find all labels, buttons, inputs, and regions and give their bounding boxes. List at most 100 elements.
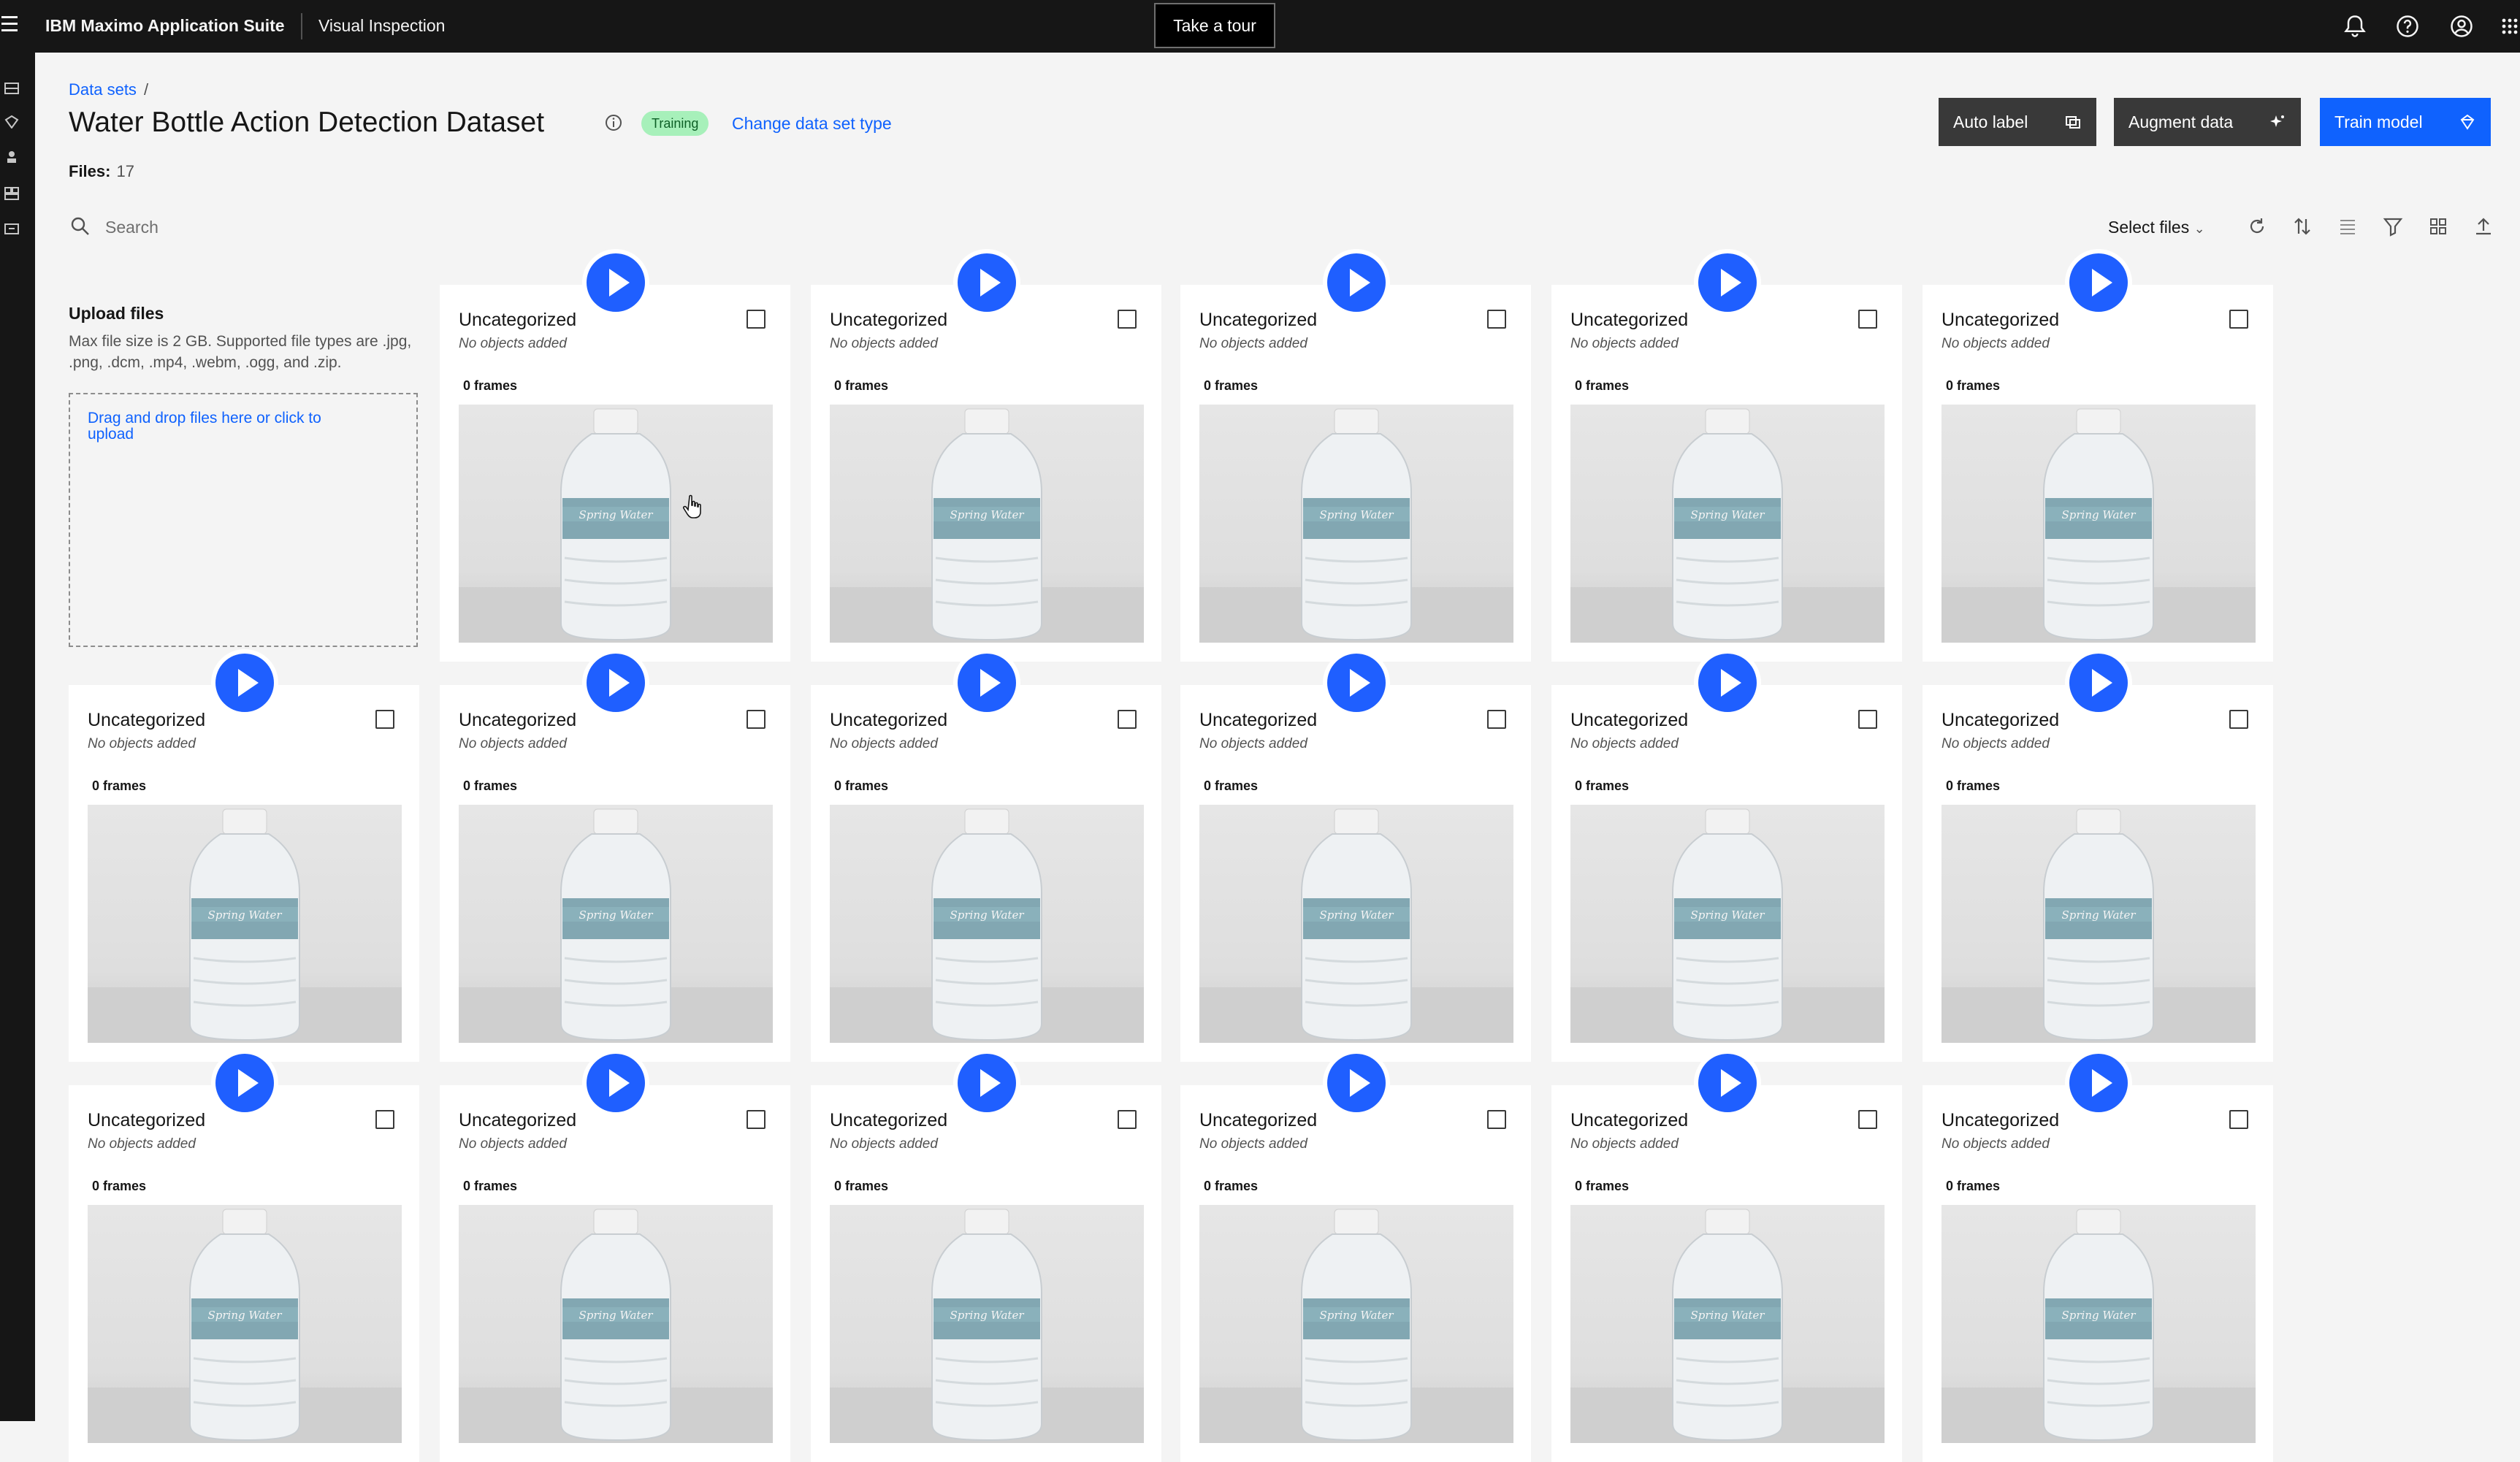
play-video-icon[interactable] xyxy=(951,647,1023,719)
train-model-button[interactable]: Train model xyxy=(2320,98,2491,146)
play-video-icon[interactable] xyxy=(1692,1047,1763,1119)
notification-icon[interactable] xyxy=(2342,13,2368,39)
play-video-icon[interactable] xyxy=(951,247,1023,318)
file-card[interactable]: Uncategorized No objects added 0 frames Spr… xyxy=(1551,685,1902,1062)
file-card[interactable]: Uncategorized No objects added 0 frames Spr… xyxy=(69,685,419,1062)
video-thumbnail[interactable]: Spring Water xyxy=(88,805,402,1043)
play-video-icon[interactable] xyxy=(580,247,652,318)
grid-view-icon[interactable] xyxy=(2428,216,2448,237)
auto-label-button[interactable]: Auto label xyxy=(1939,98,2096,146)
file-card[interactable]: Uncategorized No objects added 0 frames Spr… xyxy=(811,685,1161,1062)
filter-icon[interactable] xyxy=(2383,216,2403,237)
card-category: Uncategorized xyxy=(1199,310,1318,330)
list-view-icon[interactable] xyxy=(2337,216,2358,237)
play-video-icon[interactable] xyxy=(1692,647,1763,719)
video-thumbnail[interactable]: Spring Water xyxy=(459,805,773,1043)
video-thumbnail[interactable]: Spring Water xyxy=(1941,805,2256,1043)
play-video-icon[interactable] xyxy=(1321,647,1392,719)
product-brand[interactable]: IBM Maximo Application Suite xyxy=(45,16,285,36)
video-thumbnail[interactable]: Spring Water xyxy=(1941,1205,2256,1443)
video-thumbnail[interactable]: Spring Water xyxy=(459,405,773,643)
refresh-icon[interactable] xyxy=(2247,216,2267,237)
video-thumbnail[interactable]: Spring Water xyxy=(830,805,1144,1043)
card-select-checkbox[interactable] xyxy=(2229,710,2248,729)
play-video-icon[interactable] xyxy=(1692,247,1763,318)
card-select-checkbox[interactable] xyxy=(747,310,765,329)
sort-icon[interactable] xyxy=(2292,216,2313,237)
dropzone-text[interactable]: Drag and drop files here or click to upl… xyxy=(88,410,365,443)
models-icon[interactable] xyxy=(4,115,19,129)
edge-icon[interactable] xyxy=(4,222,19,235)
left-nav-rail xyxy=(0,53,35,1421)
file-card[interactable]: Uncategorized No objects added 0 frames Spr… xyxy=(69,1085,419,1462)
card-select-checkbox[interactable] xyxy=(1487,310,1506,329)
video-thumbnail[interactable]: Spring Water xyxy=(1570,1205,1885,1443)
play-video-icon[interactable] xyxy=(580,647,652,719)
card-select-checkbox[interactable] xyxy=(1858,710,1877,729)
card-select-checkbox[interactable] xyxy=(375,710,394,729)
card-select-checkbox[interactable] xyxy=(1118,1110,1137,1129)
video-thumbnail[interactable]: Spring Water xyxy=(459,1205,773,1443)
card-select-checkbox[interactable] xyxy=(2229,310,2248,329)
video-thumbnail[interactable]: Spring Water xyxy=(1570,805,1885,1043)
upload-dropzone[interactable]: Drag and drop files here or click to upl… xyxy=(69,393,418,647)
file-card[interactable]: Uncategorized No objects added 0 frames Spr… xyxy=(440,1085,790,1462)
card-select-checkbox[interactable] xyxy=(1487,1110,1506,1129)
info-icon[interactable] xyxy=(605,114,622,131)
video-thumbnail[interactable]: Spring Water xyxy=(1199,1205,1513,1443)
file-card[interactable]: Uncategorized No objects added 0 frames Spr… xyxy=(1551,1085,1902,1462)
file-card[interactable]: Uncategorized No objects added 0 frames Spr… xyxy=(1923,285,2273,662)
file-card[interactable]: Uncategorized No objects added 0 frames Spr… xyxy=(1923,685,2273,1062)
card-select-checkbox[interactable] xyxy=(747,710,765,729)
card-select-checkbox[interactable] xyxy=(1118,310,1137,329)
app-switcher-icon[interactable] xyxy=(2500,13,2520,39)
app-name[interactable]: Visual Inspection xyxy=(318,16,445,36)
breadcrumb-datasets-link[interactable]: Data sets xyxy=(69,80,137,99)
video-thumbnail[interactable]: Spring Water xyxy=(830,405,1144,643)
file-card[interactable]: Uncategorized No objects added 0 frames Spr… xyxy=(440,285,790,662)
change-dataset-type-link[interactable]: Change data set type xyxy=(732,114,892,134)
video-thumbnail[interactable]: Spring Water xyxy=(88,1205,402,1443)
user-avatar-icon[interactable] xyxy=(2448,13,2475,39)
play-video-icon[interactable] xyxy=(951,1047,1023,1119)
breadcrumb[interactable]: Data sets / xyxy=(69,80,148,99)
video-thumbnail[interactable]: Spring Water xyxy=(830,1205,1144,1443)
play-video-icon[interactable] xyxy=(1321,1047,1392,1119)
video-thumbnail[interactable]: Spring Water xyxy=(1199,805,1513,1043)
card-select-checkbox[interactable] xyxy=(375,1110,394,1129)
upload-icon[interactable] xyxy=(2473,216,2494,237)
help-icon[interactable] xyxy=(2394,13,2421,39)
file-card[interactable]: Uncategorized No objects added 0 frames Spr… xyxy=(811,285,1161,662)
card-select-checkbox[interactable] xyxy=(1118,710,1137,729)
play-video-icon[interactable] xyxy=(2063,1047,2134,1119)
card-select-checkbox[interactable] xyxy=(1858,310,1877,329)
file-card[interactable]: Uncategorized No objects added 0 frames Spr… xyxy=(1180,1085,1531,1462)
video-thumbnail[interactable]: Spring Water xyxy=(1941,405,2256,643)
hamburger-menu-icon[interactable] xyxy=(0,12,20,41)
projects-icon[interactable] xyxy=(4,187,19,200)
datasets-icon[interactable] xyxy=(4,82,19,95)
file-card[interactable]: Uncategorized No objects added 0 frames Spr… xyxy=(811,1085,1161,1462)
file-card[interactable]: Uncategorized No objects added 0 frames Spr… xyxy=(1180,285,1531,662)
take-a-tour-button[interactable]: Take a tour xyxy=(1154,3,1275,48)
card-select-checkbox[interactable] xyxy=(747,1110,765,1129)
play-video-icon[interactable] xyxy=(1321,247,1392,318)
card-select-checkbox[interactable] xyxy=(1487,710,1506,729)
play-video-icon[interactable] xyxy=(209,647,280,719)
file-card[interactable]: Uncategorized No objects added 0 frames Spr… xyxy=(440,685,790,1062)
video-thumbnail[interactable]: Spring Water xyxy=(1570,405,1885,643)
video-thumbnail[interactable]: Spring Water xyxy=(1199,405,1513,643)
deploy-icon[interactable] xyxy=(4,150,19,164)
play-video-icon[interactable] xyxy=(2063,647,2134,719)
card-select-checkbox[interactable] xyxy=(1858,1110,1877,1129)
play-video-icon[interactable] xyxy=(580,1047,652,1119)
search-input[interactable]: Search xyxy=(105,218,159,237)
play-video-icon[interactable] xyxy=(2063,247,2134,318)
file-card[interactable]: Uncategorized No objects added 0 frames Spr… xyxy=(1180,685,1531,1062)
card-select-checkbox[interactable] xyxy=(2229,1110,2248,1129)
select-files-dropdown[interactable]: Select files ⌄ xyxy=(2108,218,2205,237)
file-card[interactable]: Uncategorized No objects added 0 frames Spr… xyxy=(1551,285,1902,662)
play-video-icon[interactable] xyxy=(209,1047,280,1119)
file-card[interactable]: Uncategorized No objects added 0 frames Spr… xyxy=(1923,1085,2273,1462)
augment-data-button[interactable]: Augment data xyxy=(2114,98,2301,146)
